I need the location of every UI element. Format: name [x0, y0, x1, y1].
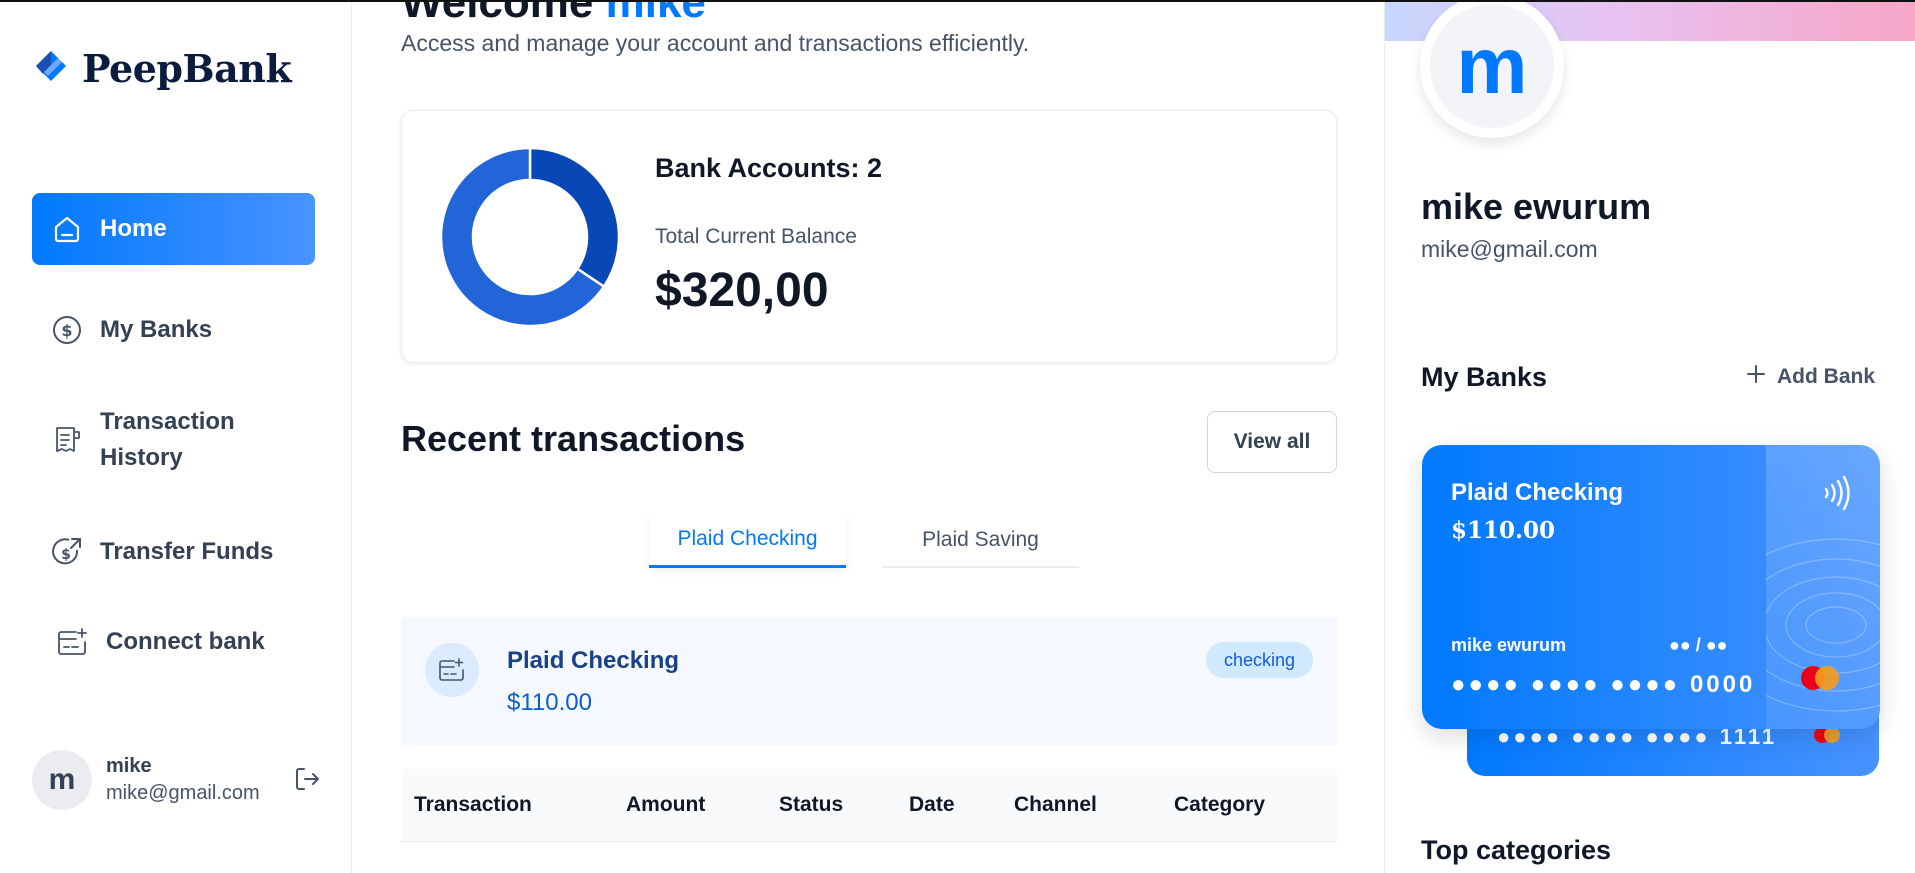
top-border — [0, 0, 1915, 2]
card-holder-name: mike ewurum — [1451, 635, 1567, 655]
total-balance-label: Total Current Balance — [655, 225, 857, 248]
bank-accounts-count: Bank Accounts: 2 — [655, 153, 883, 183]
add-bank-label: Add Bank — [1777, 365, 1876, 388]
card-bank-name: Plaid Checking — [1451, 479, 1624, 506]
my-banks-title: My Banks — [1421, 362, 1548, 392]
column-header-amount[interactable]: Amount — [626, 793, 705, 817]
card-expiry: ●● / ●● — [1669, 635, 1728, 655]
sidebar-item-label: Connect bank — [106, 628, 265, 655]
mastercard-icon — [1813, 726, 1841, 749]
money-send-icon: $ — [50, 535, 84, 569]
card-number: ●●●● ●●●● ●●●● 0000 — [1451, 671, 1756, 698]
column-header-category[interactable]: Category — [1174, 793, 1265, 817]
account-type-badge: checking — [1205, 642, 1313, 678]
logout-icon[interactable] — [292, 764, 322, 799]
tab-plaid-checking[interactable]: Plaid Checking — [649, 513, 846, 568]
view-all-button[interactable]: View all — [1207, 411, 1337, 473]
profile-email: mike@gmail.com — [1421, 236, 1598, 262]
page-subtitle: Access and manage your account and trans… — [401, 30, 1030, 56]
sidebar-item-label: Transfer Funds — [100, 538, 274, 565]
user-name: mike — [106, 755, 152, 777]
sidebar-item-connect-bank[interactable]: Connect bank — [32, 606, 315, 678]
sidebar-item-label: Transaction History — [100, 404, 235, 476]
welcome-greeting: Welcome — [401, 0, 594, 27]
bank-tabs: Plaid Checking Plaid Saving — [649, 513, 1079, 568]
sidebar-item-label: My Banks — [100, 316, 213, 343]
sidebar-item-label-line2: History — [100, 444, 183, 471]
logo[interactable]: PeepBank — [32, 46, 292, 91]
column-header-status[interactable]: Status — [779, 793, 843, 817]
recent-transactions-title: Recent transactions — [401, 418, 746, 459]
mastercard-icon — [1798, 663, 1842, 698]
column-header-channel[interactable]: Channel — [1014, 793, 1097, 817]
total-balance-value: $320,00 — [655, 264, 829, 317]
selected-bank-balance: $110.00 — [507, 689, 592, 716]
right-sidebar: m mike ewurum mike@gmail.com My Banks Ad… — [1384, 0, 1915, 873]
balance-doughnut-chart — [440, 147, 620, 327]
receipt-icon — [50, 423, 84, 457]
total-balance-card: Bank Accounts: 2 Total Current Balance $… — [401, 110, 1337, 363]
bank-card-icon — [425, 643, 479, 697]
card-balance: $110.00 — [1451, 517, 1556, 544]
svg-text:$: $ — [61, 321, 72, 340]
user-email: mike@gmail.com — [106, 782, 260, 804]
page-title: Welcome mike — [401, 0, 706, 28]
tab-plaid-saving[interactable]: Plaid Saving — [882, 513, 1079, 568]
selected-bank-name: Plaid Checking — [507, 647, 680, 674]
selected-bank-info[interactable]: Plaid Checking $110.00 checking — [401, 617, 1337, 745]
logo-icon — [32, 48, 70, 89]
avatar[interactable]: m — [32, 750, 92, 810]
sidebar-item-my-banks[interactable]: $ My Banks — [32, 294, 315, 366]
plus-icon — [1745, 363, 1767, 391]
sidebar-item-label: Home — [100, 215, 167, 242]
column-header-transaction[interactable]: Transaction — [414, 793, 532, 817]
welcome-user-name: mike — [605, 0, 706, 27]
bank-card-primary[interactable]: Plaid Checking $110.00 mike ewurum ●● / … — [1422, 445, 1880, 729]
add-bank-button[interactable]: Add Bank — [1745, 363, 1875, 391]
sidebar-user: m mike mike@gmail.com — [32, 750, 322, 810]
connect-bank-icon — [56, 625, 90, 659]
column-header-date[interactable]: Date — [909, 793, 955, 817]
dollar-circle-icon: $ — [50, 313, 84, 347]
top-categories-title: Top categories — [1421, 835, 1612, 865]
sidebar-item-transfer-funds[interactable]: $ Transfer Funds — [32, 516, 315, 588]
home-icon — [50, 212, 84, 246]
sidebar-item-label-line1: Transaction — [100, 408, 235, 435]
transactions-table-header: Transaction Amount Status Date Channel C… — [401, 769, 1337, 842]
doughnut-segment-1[interactable] — [528, 147, 620, 289]
main-content: Welcome mike Access and manage your acco… — [352, 0, 1384, 873]
sidebar-item-transaction-history[interactable]: Transaction History — [32, 398, 315, 482]
sidebar-item-home[interactable]: Home — [32, 193, 315, 265]
profile-avatar[interactable]: m — [1420, 0, 1564, 138]
logo-text: PeepBank — [82, 46, 292, 91]
svg-text:$: $ — [61, 547, 71, 563]
profile-name: mike ewurum — [1421, 186, 1652, 227]
contactless-icon — [1820, 475, 1852, 516]
sidebar: PeepBank Home $ My Banks Transaction His… — [0, 0, 352, 873]
